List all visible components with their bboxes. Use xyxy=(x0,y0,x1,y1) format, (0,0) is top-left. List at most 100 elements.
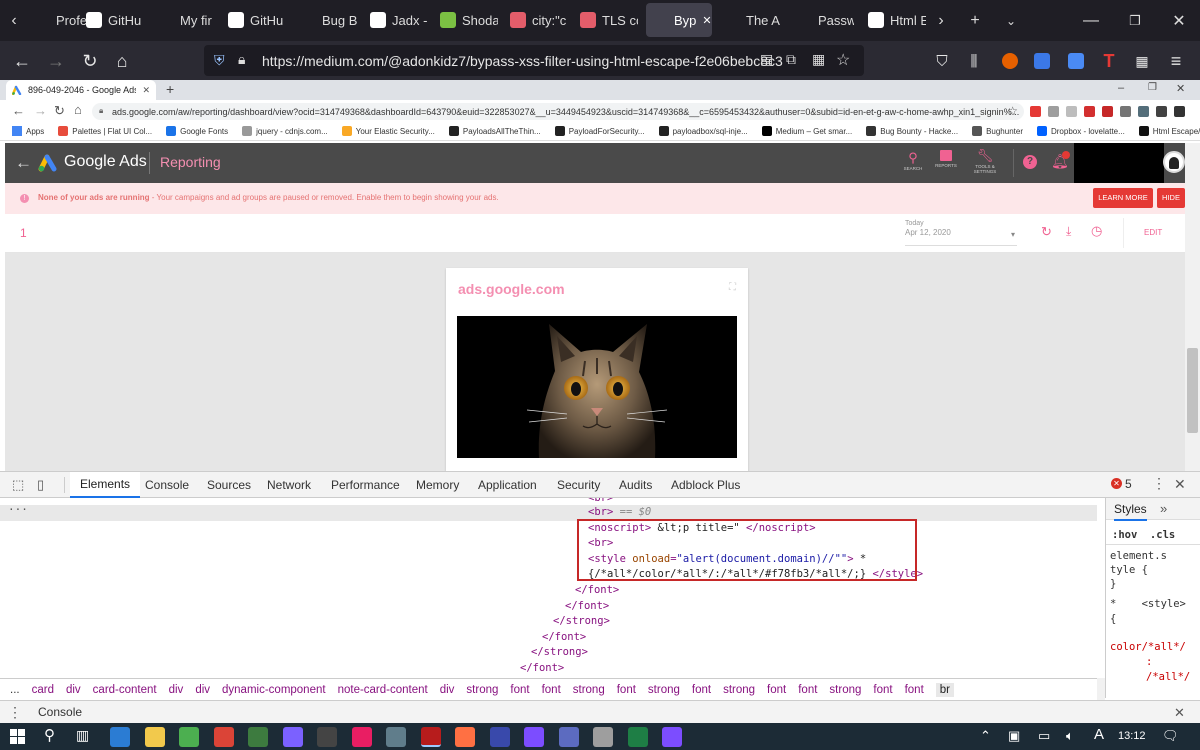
grid-icon[interactable]: ▦ xyxy=(812,51,825,68)
devtools-tab[interactable]: Security xyxy=(557,472,600,498)
edit-button[interactable]: EDIT xyxy=(1144,228,1162,237)
taskbar-search-icon[interactable]: ⚲ xyxy=(44,726,55,744)
breadcrumb-item[interactable]: ... xyxy=(10,684,20,696)
dom-node-line[interactable]: </strong> xyxy=(531,646,588,658)
elements-dom-tree[interactable]: ··· <br> <br> == $0 <noscript> &lt;p titl… xyxy=(0,498,1097,678)
bookmark-item[interactable]: Medium – Get smar... xyxy=(761,126,852,136)
avatar[interactable] xyxy=(1163,151,1185,173)
close-window-icon[interactable]: ✕ xyxy=(1156,0,1200,41)
notification-center-icon[interactable]: 🗨︎ xyxy=(1162,728,1179,744)
breadcrumb-item[interactable]: card xyxy=(32,684,54,696)
chrome-minimize-icon[interactable]: – xyxy=(1118,82,1124,94)
firefox-tab[interactable]: Html E xyxy=(862,3,926,37)
firefox-tab[interactable]: Shoda xyxy=(434,3,498,37)
tray-chevron-icon[interactable]: ⌃ xyxy=(980,728,991,744)
taskbar-app-icon[interactable] xyxy=(420,727,441,747)
scrollbar-thumb[interactable] xyxy=(1187,348,1198,433)
devtools-menu-icon[interactable]: ⋮ xyxy=(1152,475,1166,492)
restore-icon[interactable]: ❐ xyxy=(1112,0,1158,41)
bookmark-item[interactable]: Bughunter xyxy=(972,126,1023,136)
taskbar-app-icon[interactable] xyxy=(524,727,544,747)
chrome-tab-close-icon[interactable]: ✕ xyxy=(142,85,150,96)
devtools-close-icon[interactable]: ✕ xyxy=(1174,476,1186,493)
styles-filter-hov-cls[interactable]: :hov .cls xyxy=(1112,529,1175,541)
hide-button[interactable]: HIDE xyxy=(1157,188,1185,208)
firefox-tab[interactable]: Passw xyxy=(790,3,854,37)
bookmark-item[interactable]: PayloadForSecurity... xyxy=(554,126,645,136)
reload-icon[interactable]: ↻ xyxy=(74,45,106,77)
bookmark-item[interactable]: Dropbox - lovelatte... xyxy=(1036,126,1125,136)
device-toolbar-icon[interactable]: ▯ xyxy=(37,477,44,493)
taskbar-app-icon[interactable] xyxy=(351,727,372,747)
taskbar-app-icon[interactable] xyxy=(627,727,648,747)
breadcrumb-item[interactable]: font xyxy=(542,684,561,696)
drawer-close-icon[interactable]: ✕ xyxy=(1174,705,1185,721)
tab-scroll-left-icon[interactable]: ‹ xyxy=(0,0,28,41)
devtools-tab[interactable]: Memory xyxy=(416,472,459,498)
breadcrumb-item[interactable]: div xyxy=(195,684,210,696)
pocket-icon[interactable]: ⛉ xyxy=(926,45,958,77)
firefox-tab[interactable]: My fir xyxy=(152,3,216,37)
firefox-tab[interactable]: Byp ✕ xyxy=(646,3,712,37)
chrome-new-tab-icon[interactable]: + xyxy=(166,81,174,97)
taskbar-app-icon[interactable] xyxy=(593,727,613,747)
breadcrumb-item[interactable]: font xyxy=(873,684,892,696)
taskbar-app-icon[interactable] xyxy=(662,727,682,747)
battery-icon[interactable]: ▭ xyxy=(1038,728,1050,744)
home-icon[interactable]: ⌂ xyxy=(106,45,138,77)
dom-node-line[interactable]: </font> xyxy=(542,631,586,643)
breadcrumb-item[interactable]: strong xyxy=(723,684,755,696)
extension-fox-icon[interactable] xyxy=(994,45,1026,77)
breadcrumb-item[interactable]: font xyxy=(798,684,817,696)
ads-back-icon[interactable]: ← xyxy=(15,153,32,173)
extension-translate2-icon[interactable] xyxy=(1060,45,1092,77)
taskbar-app-icon[interactable] xyxy=(179,727,199,747)
ads-reports-button[interactable]: REPORTS xyxy=(933,150,959,168)
more-tabs-icon[interactable]: » xyxy=(1160,501,1167,516)
devtools-tab[interactable]: Elements xyxy=(70,472,141,498)
bookmark-item[interactable]: Your Elastic Security... xyxy=(341,126,435,136)
chrome-extension-icon[interactable] xyxy=(1030,106,1041,117)
tray-meet-icon[interactable]: ▣ xyxy=(1008,728,1020,744)
download-icon[interactable]: ⤓ xyxy=(1066,224,1071,239)
windows-start-icon[interactable] xyxy=(10,729,25,744)
page-scrollbar[interactable] xyxy=(1185,143,1200,471)
taskbar-app-icon[interactable] xyxy=(386,727,406,747)
ads-search-button[interactable]: ⚲ SEARCH xyxy=(901,150,925,171)
chrome-extension-icon[interactable] xyxy=(1120,106,1131,117)
error-count[interactable]: 5 xyxy=(1125,477,1132,491)
chrome-extension-icon[interactable] xyxy=(1174,106,1185,117)
breadcrumb-item[interactable]: div xyxy=(440,684,455,696)
breadcrumb-item[interactable]: card-content xyxy=(93,684,157,696)
chrome-extension-icon[interactable] xyxy=(1048,106,1059,117)
schedule-clock-icon[interactable]: ◷ xyxy=(1091,223,1102,239)
breadcrumb-item[interactable]: font xyxy=(905,684,924,696)
styles-tab[interactable]: Styles xyxy=(1114,502,1147,521)
volume-icon[interactable]: 🔈︎ xyxy=(1066,728,1074,744)
bookmark-item[interactable]: Html Escape/Unesc... xyxy=(1138,126,1200,136)
taskbar-app-icon[interactable] xyxy=(110,727,130,747)
bookmark-item[interactable]: Google Fonts xyxy=(166,126,228,136)
devtools-tab[interactable]: Application xyxy=(478,472,537,498)
devtools-tab[interactable]: Adblock Plus xyxy=(671,472,740,498)
dom-node-line[interactable]: </font> xyxy=(575,584,619,596)
inspect-element-icon[interactable]: ⬚ xyxy=(12,477,24,493)
chrome-extension-icon[interactable] xyxy=(1084,106,1095,117)
extensions-grid-icon[interactable]: ▦ xyxy=(1126,45,1158,77)
selected-node-row[interactable] xyxy=(0,505,1097,521)
chrome-back-icon[interactable]: ← xyxy=(12,103,25,118)
chrome-tab-google-ads[interactable]: 896-049-2046 - Google Ads ✕ xyxy=(6,80,156,100)
bookmark-item[interactable]: Bug Bounty - Hacke... xyxy=(866,126,958,136)
extension-t-icon[interactable]: T xyxy=(1093,45,1125,77)
breadcrumb-item[interactable]: strong xyxy=(573,684,605,696)
chrome-star-icon[interactable]: ☆ xyxy=(1007,104,1018,118)
bookmark-item[interactable]: jquery - cdnjs.com... xyxy=(242,126,328,136)
reader-view-icon[interactable]: ▤ xyxy=(760,51,773,68)
new-tab-icon[interactable]: + xyxy=(958,0,992,41)
forward-icon[interactable]: → xyxy=(40,45,72,77)
taskbar-app-icon[interactable] xyxy=(558,727,579,747)
chrome-extension-icon[interactable] xyxy=(1156,106,1167,117)
breadcrumb-item[interactable]: note-card-content xyxy=(338,684,428,696)
learn-more-button[interactable]: LEARN MORE xyxy=(1093,188,1153,208)
breadcrumb-item[interactable]: dynamic-component xyxy=(222,684,326,696)
